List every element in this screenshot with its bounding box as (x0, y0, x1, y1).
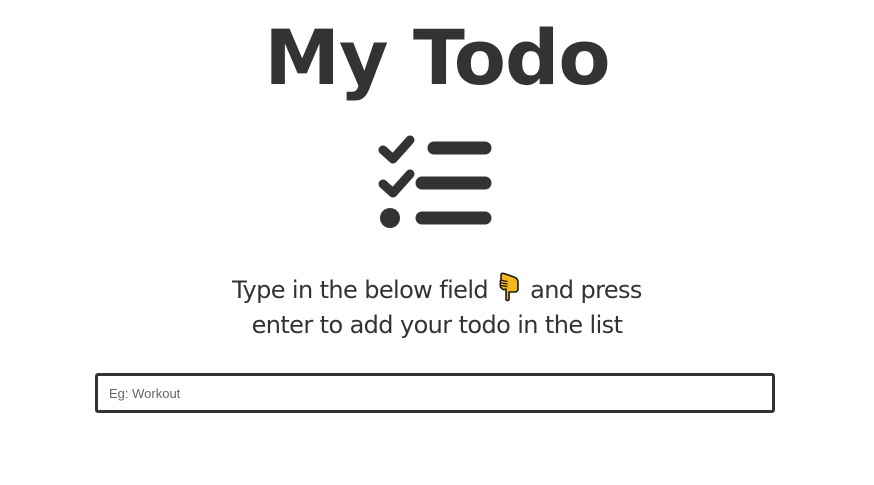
todo-input[interactable] (95, 373, 775, 413)
checklist-icon (378, 135, 492, 228)
instructions-line-1: Type in the below field and press (0, 272, 874, 308)
instructions-text: Type in the below field and press enter … (0, 272, 874, 343)
todo-page: My Todo Type in the below field and pres… (0, 0, 874, 485)
instructions-line-1-start: Type in the below field (232, 276, 489, 304)
instructions-line-2: enter to add your todo in the list (251, 311, 623, 339)
instructions-line-1-end: and press (530, 276, 642, 304)
hand-pointing-down-icon (499, 272, 519, 302)
page-title: My Todo (264, 13, 610, 102)
